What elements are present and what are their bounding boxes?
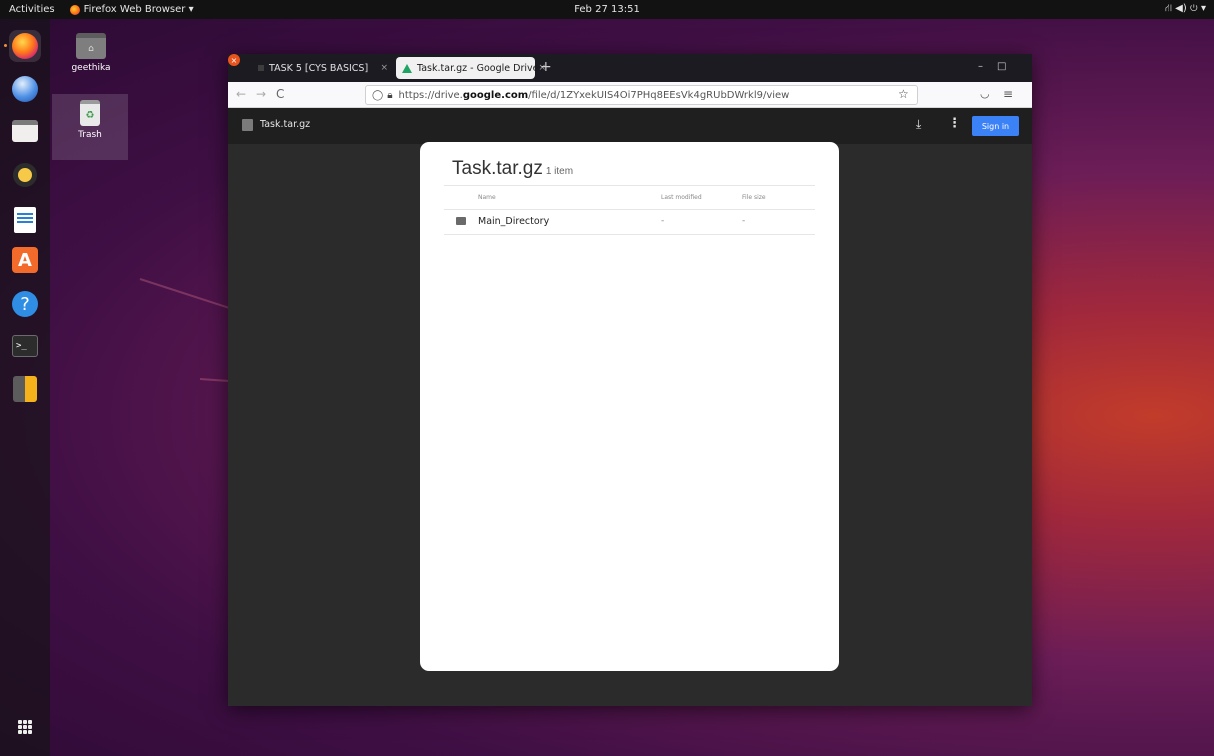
clock[interactable]: Feb 27 13:51 bbox=[574, 4, 640, 15]
dock-help[interactable]: ? bbox=[9, 288, 41, 320]
desktop-home-folder[interactable]: ⌂ geethika bbox=[53, 33, 129, 73]
minimize-button[interactable]: – bbox=[978, 61, 983, 72]
tab-google-drive[interactable]: Task.tar.gz - Google Drive × bbox=[396, 57, 546, 79]
dock-calculator[interactable] bbox=[9, 373, 41, 405]
maximize-button[interactable]: □ bbox=[997, 61, 1006, 72]
tab-favicon bbox=[258, 65, 264, 71]
new-tab-button[interactable]: + bbox=[540, 59, 552, 75]
bookmark-star-icon[interactable]: ☆ bbox=[898, 87, 909, 101]
dock-rhythmbox[interactable] bbox=[9, 159, 41, 191]
archive-title-text: Task.tar.gz bbox=[452, 158, 543, 179]
dock-firefox[interactable] bbox=[9, 30, 41, 62]
download-icon[interactable]: ⤓ bbox=[916, 117, 921, 132]
calculator-icon bbox=[13, 376, 37, 402]
tab-task5[interactable]: TASK 5 [CYS BASICS] × bbox=[252, 57, 394, 79]
trash-icon: ♻ bbox=[80, 100, 100, 126]
preview-file-title: Task.tar.gz bbox=[260, 119, 311, 130]
archive-contents-card: Task.tar.gz 1 item Name Last modified Fil… bbox=[420, 142, 839, 671]
dock-thunderbird[interactable] bbox=[9, 73, 41, 105]
trash-label: Trash bbox=[78, 130, 102, 140]
divider bbox=[444, 185, 815, 186]
dock-ubuntu-software[interactable]: A bbox=[9, 244, 41, 276]
navigation-bar: ← → C ◯ 🔒︎ https://drive. google.com/file… bbox=[228, 82, 1032, 108]
column-header-name[interactable]: Name bbox=[478, 194, 496, 201]
row-file-size: - bbox=[742, 216, 746, 226]
url-host: google.com bbox=[462, 89, 529, 101]
files-icon bbox=[12, 120, 38, 142]
activities-button[interactable]: Activities bbox=[0, 4, 64, 15]
forward-button[interactable]: → bbox=[256, 87, 266, 101]
desktop-trash[interactable]: ♻ Trash bbox=[52, 94, 128, 160]
tab-strip: TASK 5 [CYS BASICS] × Task.tar.gz - Goog… bbox=[228, 54, 1032, 82]
system-tray[interactable]: ⛙ ◀) ⏻ ▾ bbox=[1165, 3, 1206, 16]
google-drive-icon bbox=[402, 63, 412, 73]
close-window-button[interactable]: × bbox=[228, 54, 240, 66]
help-icon: ? bbox=[12, 291, 38, 317]
url-bar[interactable]: ◯ 🔒︎ https://drive. google.com/file/d/1ZY… bbox=[365, 85, 918, 105]
table-row[interactable]: Main_Directory - - bbox=[444, 210, 815, 234]
dock-libreoffice-writer[interactable] bbox=[9, 204, 41, 236]
dock-files[interactable] bbox=[9, 115, 41, 147]
firefox-icon bbox=[12, 33, 38, 59]
column-header-last-modified[interactable]: Last modified bbox=[661, 194, 702, 201]
home-folder-label: geethika bbox=[71, 63, 111, 73]
pocket-icon[interactable]: ◡ bbox=[980, 87, 990, 100]
column-header-file-size[interactable]: File size bbox=[742, 194, 766, 201]
hamburger-menu-icon[interactable]: ≡ bbox=[1003, 87, 1013, 101]
rhythmbox-icon bbox=[13, 163, 37, 187]
more-options-icon[interactable]: ⋮ bbox=[948, 116, 961, 131]
tracking-shield-icon[interactable]: ◯ bbox=[372, 90, 383, 101]
show-applications-icon[interactable] bbox=[18, 720, 32, 734]
row-last-modified: - bbox=[661, 216, 665, 226]
archive-title: Task.tar.gz 1 item bbox=[452, 158, 573, 180]
dock: A ? >_ bbox=[0, 19, 50, 756]
terminal-icon: >_ bbox=[12, 335, 38, 357]
tab-label: TASK 5 [CYS BASICS] bbox=[269, 62, 369, 74]
drive-preview-header: Task.tar.gz ⤓ ⋮ Sign in bbox=[228, 108, 1032, 144]
close-tab-icon[interactable]: × bbox=[380, 63, 388, 73]
url-prefix: https://drive. bbox=[398, 89, 463, 101]
firefox-window: TASK 5 [CYS BASICS] × Task.tar.gz - Goog… bbox=[228, 54, 1032, 706]
software-store-icon: A bbox=[12, 247, 38, 273]
app-menu-label: Firefox Web Browser ▾ bbox=[83, 4, 194, 15]
wallpaper-streak bbox=[139, 278, 231, 310]
row-name: Main_Directory bbox=[478, 216, 550, 227]
reload-button[interactable]: C bbox=[276, 87, 284, 101]
home-folder-icon: ⌂ bbox=[76, 33, 106, 59]
tab-label: Task.tar.gz - Google Drive bbox=[417, 62, 539, 74]
divider bbox=[444, 234, 815, 235]
lock-icon[interactable]: 🔒︎ bbox=[387, 90, 392, 101]
thunderbird-icon bbox=[12, 76, 38, 102]
top-bar: Activities Firefox Web Browser ▾ Feb 27 … bbox=[0, 0, 1214, 19]
firefox-icon bbox=[69, 4, 80, 15]
dock-terminal[interactable]: >_ bbox=[9, 330, 41, 362]
item-count: 1 item bbox=[545, 166, 574, 177]
back-button[interactable]: ← bbox=[236, 87, 246, 101]
url-path: /file/d/1ZYxekUIS4Oi7PHq8EEsVk4gRUbDWrkl… bbox=[528, 89, 790, 101]
app-menu[interactable]: Firefox Web Browser ▾ bbox=[69, 4, 194, 15]
running-indicator bbox=[4, 44, 7, 47]
folder-icon bbox=[456, 217, 466, 225]
writer-icon bbox=[14, 207, 36, 233]
sign-in-button[interactable]: Sign in bbox=[972, 116, 1019, 136]
archive-file-icon bbox=[242, 119, 253, 131]
